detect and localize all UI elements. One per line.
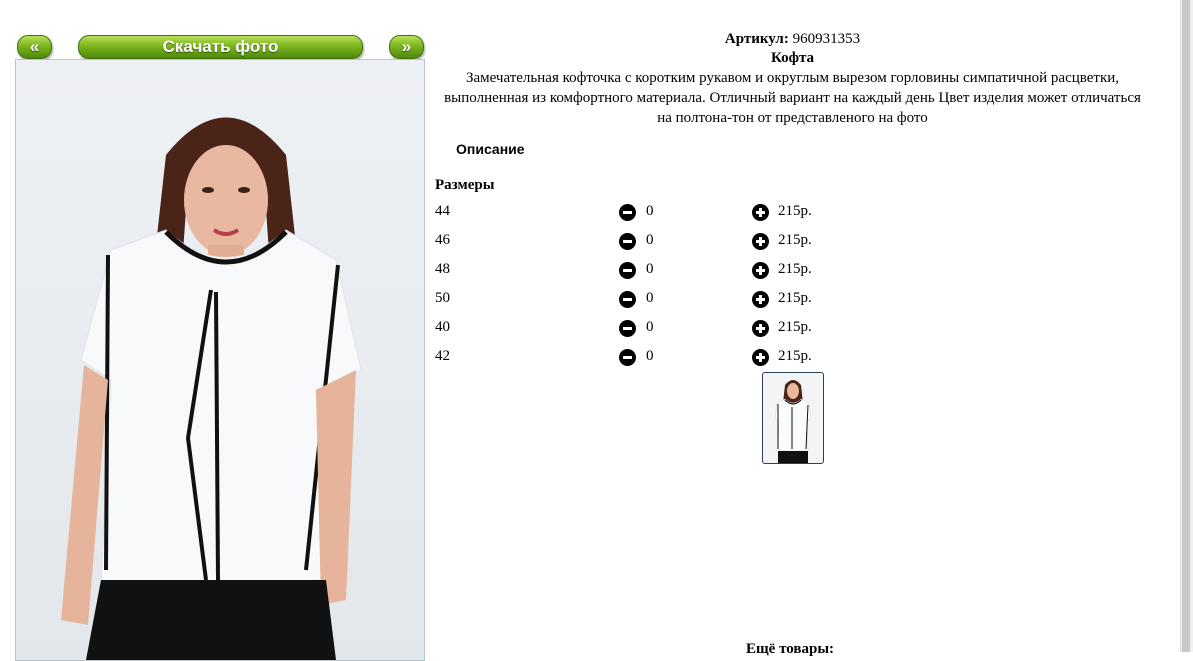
size-row: 46 0 215р. <box>435 232 835 254</box>
size-row: 42 0 215р. <box>435 348 835 370</box>
product-title: Кофта <box>770 50 815 66</box>
size-value: 46 <box>435 232 450 248</box>
product-main-photo <box>15 59 425 661</box>
product-info: Артикул: 960931353 Кофта Замечательная к… <box>435 30 1150 128</box>
product-thumbnail[interactable] <box>762 372 824 464</box>
plus-icon[interactable] <box>752 349 769 366</box>
quantity-value: 0 <box>646 232 654 248</box>
scrollbar-thumb[interactable] <box>1182 0 1190 652</box>
product-description: Замечательная кофточка с коротким рукаво… <box>444 70 1141 126</box>
sizes-title: Размеры <box>435 177 495 193</box>
price-value: 215р. <box>778 203 812 219</box>
minus-icon[interactable] <box>619 320 636 337</box>
quantity-value: 0 <box>646 203 654 219</box>
size-value: 42 <box>435 348 450 364</box>
description-link[interactable]: Описание <box>456 141 525 157</box>
article-label: Артикул: <box>724 31 789 47</box>
size-value: 50 <box>435 290 450 306</box>
size-row: 40 0 215р. <box>435 319 835 341</box>
size-value: 44 <box>435 203 450 219</box>
minus-icon[interactable] <box>619 349 636 366</box>
size-row: 50 0 215р. <box>435 290 835 312</box>
plus-icon[interactable] <box>752 291 769 308</box>
plus-icon[interactable] <box>752 204 769 221</box>
price-value: 215р. <box>778 319 812 335</box>
size-value: 48 <box>435 261 450 277</box>
thumbnail-illustration <box>774 380 812 463</box>
plus-icon[interactable] <box>752 262 769 279</box>
quantity-value: 0 <box>646 261 654 277</box>
quantity-value: 0 <box>646 290 654 306</box>
minus-icon[interactable] <box>619 291 636 308</box>
model-photo-illustration <box>61 117 362 660</box>
size-row: 48 0 215р. <box>435 261 835 283</box>
size-value: 40 <box>435 319 450 335</box>
minus-icon[interactable] <box>619 262 636 279</box>
prev-photo-button[interactable]: « <box>17 35 52 59</box>
article-line: Артикул: 960931353 <box>435 30 1150 48</box>
article-number: 960931353 <box>792 31 861 47</box>
price-value: 215р. <box>778 261 812 277</box>
plus-icon[interactable] <box>752 320 769 337</box>
minus-icon[interactable] <box>619 233 636 250</box>
size-row: 44 0 215р. <box>435 203 835 225</box>
price-value: 215р. <box>778 290 812 306</box>
download-photo-button[interactable]: Скачать фото <box>78 35 363 59</box>
price-value: 215р. <box>778 232 812 248</box>
quantity-value: 0 <box>646 319 654 335</box>
next-photo-button[interactable]: » <box>389 35 424 59</box>
more-products-heading: Ещё товары: <box>746 641 835 657</box>
price-value: 215р. <box>778 348 812 364</box>
plus-icon[interactable] <box>752 233 769 250</box>
minus-icon[interactable] <box>619 204 636 221</box>
quantity-value: 0 <box>646 348 654 364</box>
